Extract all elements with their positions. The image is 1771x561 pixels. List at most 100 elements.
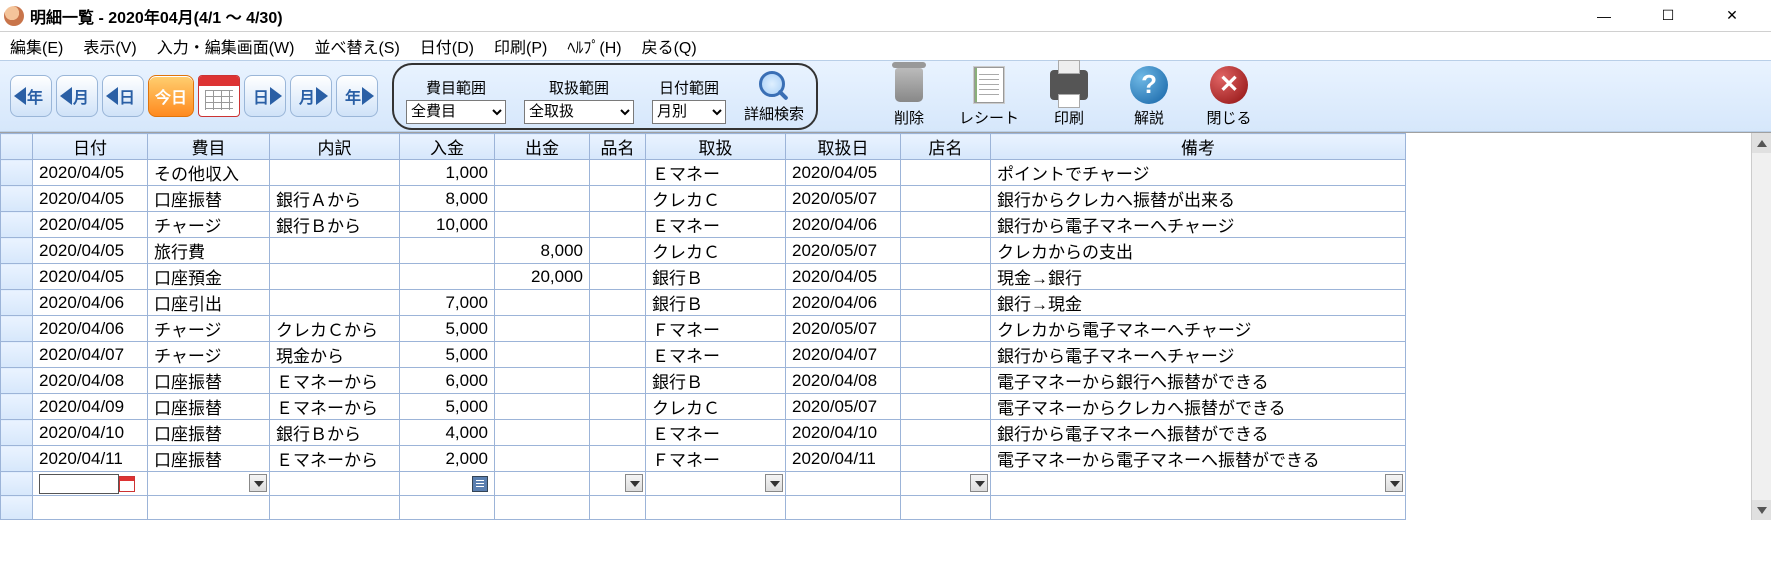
table-row[interactable]: 2020/04/05その他収入1,000Ｅマネー2020/04/05ポイントでチ…: [1, 160, 1406, 186]
cell-expense[interactable]: [495, 212, 590, 238]
next-month-button[interactable]: 月: [290, 75, 332, 117]
cell-item[interactable]: [590, 212, 646, 238]
new-entry-row[interactable]: [1, 472, 1406, 496]
cell-expense[interactable]: [495, 160, 590, 186]
row-selector[interactable]: [1, 212, 33, 238]
cell-shop[interactable]: [901, 160, 991, 186]
cell-category[interactable]: 口座振替: [148, 186, 270, 212]
table-row[interactable]: 2020/04/05口座預金20,000銀行Ｂ2020/04/05現金→銀行: [1, 264, 1406, 290]
detail-grid[interactable]: 日付 費目 内訳 入金 出金 品名 取扱 取扱日 店名 備考 2020/04/0…: [0, 133, 1406, 520]
cell-shop[interactable]: [901, 420, 991, 446]
today-button[interactable]: 今日: [148, 75, 194, 117]
cell-income[interactable]: [400, 238, 495, 264]
table-row[interactable]: 2020/04/06チャージクレカＣから5,000Ｆマネー2020/05/07ク…: [1, 316, 1406, 342]
table-row[interactable]: 2020/04/07チャージ現金から5,000Ｅマネー2020/04/07銀行か…: [1, 342, 1406, 368]
cell-handling-date[interactable]: 2020/05/07: [786, 394, 901, 420]
table-row[interactable]: 2020/04/05チャージ銀行Ｂから10,000Ｅマネー2020/04/06銀…: [1, 212, 1406, 238]
cell-shop[interactable]: [901, 264, 991, 290]
menu-help[interactable]: ﾍﾙﾌﾟ(H): [567, 34, 621, 58]
row-selector[interactable]: [1, 342, 33, 368]
col-note[interactable]: 備考: [991, 134, 1406, 160]
dropdown-icon[interactable]: [1385, 474, 1403, 492]
cell-item[interactable]: [590, 394, 646, 420]
cell-shop[interactable]: [901, 342, 991, 368]
cell-handling-date[interactable]: 2020/05/07: [786, 238, 901, 264]
row-selector[interactable]: [1, 290, 33, 316]
cell-item[interactable]: [590, 290, 646, 316]
row-selector[interactable]: [1, 238, 33, 264]
cell-income[interactable]: [400, 264, 495, 290]
dropdown-icon[interactable]: [765, 474, 783, 492]
col-item[interactable]: 品名: [590, 134, 646, 160]
cell-handling[interactable]: クレカＣ: [646, 186, 786, 212]
vertical-scrollbar[interactable]: [1751, 133, 1771, 520]
col-date[interactable]: 日付: [33, 134, 148, 160]
cell-handling-date[interactable]: 2020/04/05: [786, 160, 901, 186]
cell-date[interactable]: 2020/04/06: [33, 290, 148, 316]
cell-category[interactable]: チャージ: [148, 342, 270, 368]
next-year-button[interactable]: 年: [336, 75, 378, 117]
close-window-button[interactable]: ✕: [1709, 1, 1755, 31]
cell-income[interactable]: 1,000: [400, 160, 495, 186]
date-range-select[interactable]: 月別: [652, 100, 726, 124]
dropdown-icon[interactable]: [970, 474, 988, 492]
row-selector[interactable]: [1, 394, 33, 420]
table-row[interactable]: 2020/04/10口座振替銀行Ｂから4,000Ｅマネー2020/04/10銀行…: [1, 420, 1406, 446]
row-selector[interactable]: [1, 472, 33, 496]
cell-breakdown[interactable]: 銀行Ｂから: [270, 212, 400, 238]
cell-income[interactable]: 5,000: [400, 394, 495, 420]
menu-print[interactable]: 印刷(P): [494, 34, 547, 58]
cell-handling-date[interactable]: 2020/05/07: [786, 186, 901, 212]
cell-handling-date[interactable]: 2020/05/07: [786, 316, 901, 342]
cell-date[interactable]: 2020/04/10: [33, 420, 148, 446]
scroll-up-button[interactable]: [1752, 133, 1771, 153]
menu-edit[interactable]: 編集(E): [10, 34, 63, 58]
cell-category[interactable]: チャージ: [148, 316, 270, 342]
cell-shop[interactable]: [901, 446, 991, 472]
cell-note[interactable]: 銀行→現金: [991, 290, 1406, 316]
cell-expense[interactable]: [495, 316, 590, 342]
row-selector[interactable]: [1, 446, 33, 472]
menu-date[interactable]: 日付(D): [420, 34, 474, 58]
cell-note[interactable]: 銀行から電子マネーへ振替ができる: [991, 420, 1406, 446]
cell-note[interactable]: 銀行からクレカへ振替が出来る: [991, 186, 1406, 212]
cell-shop[interactable]: [901, 238, 991, 264]
cell-note[interactable]: 銀行から電子マネーへチャージ: [991, 212, 1406, 238]
cell-category[interactable]: 口座引出: [148, 290, 270, 316]
cell-item[interactable]: [590, 238, 646, 264]
cell-income[interactable]: 8,000: [400, 186, 495, 212]
cell-handling-date[interactable]: 2020/04/06: [786, 290, 901, 316]
cell-shop[interactable]: [901, 186, 991, 212]
cell-expense[interactable]: 20,000: [495, 264, 590, 290]
cell-handling-date[interactable]: 2020/04/08: [786, 368, 901, 394]
cell-category[interactable]: 口座振替: [148, 446, 270, 472]
delete-button[interactable]: 削除: [876, 65, 942, 128]
entry-category-cell[interactable]: [148, 472, 270, 496]
cell-expense[interactable]: [495, 342, 590, 368]
calendar-icon[interactable]: [198, 75, 240, 117]
cell-shop[interactable]: [901, 368, 991, 394]
cell-item[interactable]: [590, 446, 646, 472]
cell-handling[interactable]: 銀行Ｂ: [646, 290, 786, 316]
print-button[interactable]: 印刷: [1036, 65, 1102, 128]
cell-expense[interactable]: [495, 394, 590, 420]
help-button[interactable]: ? 解説: [1116, 65, 1182, 128]
table-row[interactable]: 2020/04/09口座振替Ｅマネーから5,000クレカＣ2020/05/07電…: [1, 394, 1406, 420]
cell-breakdown[interactable]: 銀行Ａから: [270, 186, 400, 212]
cell-handling[interactable]: Ｅマネー: [646, 420, 786, 446]
cell-note[interactable]: ポイントでチャージ: [991, 160, 1406, 186]
row-selector[interactable]: [1, 316, 33, 342]
cell-item[interactable]: [590, 368, 646, 394]
cell-handling[interactable]: Ｅマネー: [646, 160, 786, 186]
entry-item-cell[interactable]: [590, 472, 646, 496]
cell-date[interactable]: 2020/04/05: [33, 186, 148, 212]
cell-income[interactable]: 7,000: [400, 290, 495, 316]
receipt-button[interactable]: レシート: [956, 65, 1022, 128]
row-selector[interactable]: [1, 368, 33, 394]
cell-date[interactable]: 2020/04/05: [33, 264, 148, 290]
category-range-select[interactable]: 全費目: [406, 100, 506, 124]
col-income[interactable]: 入金: [400, 134, 495, 160]
cell-note[interactable]: クレカからの支出: [991, 238, 1406, 264]
entry-date-cell[interactable]: [33, 472, 148, 496]
row-selector[interactable]: [1, 420, 33, 446]
